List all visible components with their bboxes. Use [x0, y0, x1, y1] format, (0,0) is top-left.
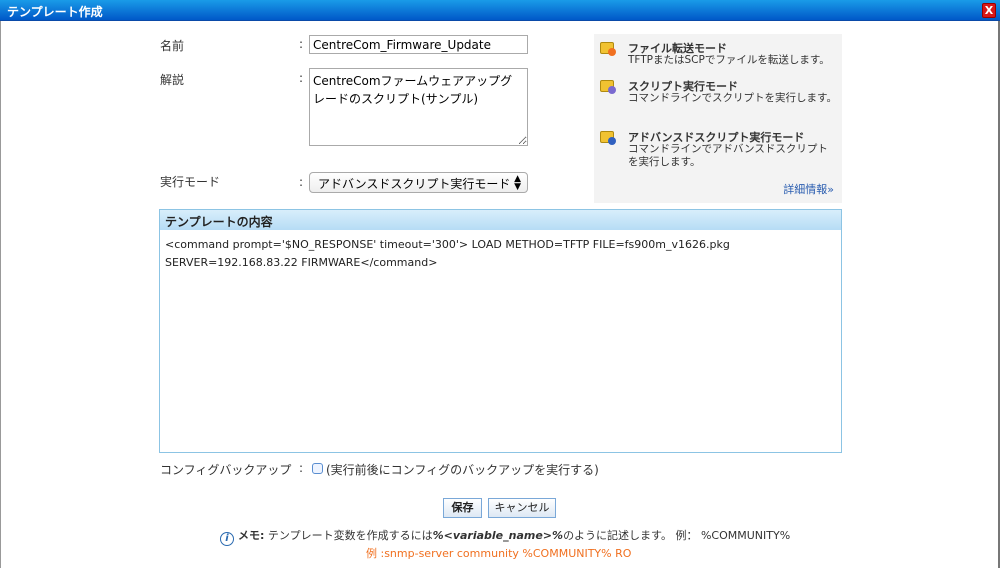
mode-desc: コマンドラインでスクリプトを実行します。 [628, 92, 837, 104]
memo-note: i メモ: テンプレート変数を作成するには%<variable_name>%のよう… [220, 527, 790, 546]
template-line: <command prompt='$NO_RESPONSE' timeout='… [165, 238, 730, 251]
advanced-script-folder-icon [600, 131, 616, 145]
save-button[interactable]: 保存 [443, 498, 482, 518]
backup-checkbox-label[interactable]: (実行前後にコンフィグのバックアップを実行する) [326, 461, 599, 478]
colon: : [299, 71, 304, 85]
template-content-header: テンプレートの内容 [160, 210, 841, 230]
colon: : [299, 461, 304, 475]
name-input[interactable] [309, 35, 528, 54]
memo-text: のように記述します。 例： %COMMUNITY% [563, 529, 791, 542]
memo-variable: %<variable_name>% [432, 529, 564, 542]
mode-desc: コマンドラインでアドバンスドスクリプトを実行します。 [628, 143, 828, 168]
mode-info-panel: ファイル転送モード TFTPまたはSCPでファイルを転送します。 スクリプト実行… [594, 34, 842, 203]
memo-example: 例 :snmp-server community %COMMUNITY% RO [366, 547, 632, 560]
backup-checkbox[interactable] [312, 463, 323, 474]
mode-select-value: アドバンスドスクリプト実行モード [318, 177, 511, 191]
script-folder-icon [600, 80, 616, 94]
select-arrows-icon: ▲ ▼ [514, 174, 521, 192]
cancel-button[interactable]: キャンセル [488, 498, 556, 518]
template-content-editor[interactable]: <command prompt='$NO_RESPONSE' timeout='… [160, 230, 841, 278]
template-content-box[interactable]: テンプレートの内容 <command prompt='$NO_RESPONSE'… [159, 209, 842, 453]
mode-desc: TFTPまたはSCPでファイルを転送します。 [628, 54, 830, 66]
title-bar: テンプレート作成 X [0, 0, 1000, 21]
memo-prefix: メモ: [238, 529, 265, 542]
memo-text: テンプレート変数を作成するには [267, 529, 433, 542]
colon: : [299, 175, 304, 189]
description-textarea[interactable]: CentreComファームウェアアップグレードのスクリプト(サンプル) [309, 68, 528, 146]
template-line: SERVER=192.168.83.22 FIRMWARE</command> [165, 256, 438, 269]
info-icon: i [220, 532, 234, 546]
backup-label: コンフィグバックアップ [160, 463, 292, 477]
mode-select[interactable]: アドバンスドスクリプト実行モード ▲ ▼ [309, 172, 528, 193]
colon: : [299, 37, 304, 51]
description-label: 解説 [160, 73, 185, 87]
file-transfer-folder-icon [600, 42, 616, 56]
name-label: 名前 [160, 39, 185, 53]
window-title: テンプレート作成 [7, 5, 103, 19]
mode-label: 実行モード [160, 175, 221, 189]
more-info-link[interactable]: 詳細情報» [783, 181, 834, 197]
close-icon[interactable]: X [982, 3, 996, 18]
